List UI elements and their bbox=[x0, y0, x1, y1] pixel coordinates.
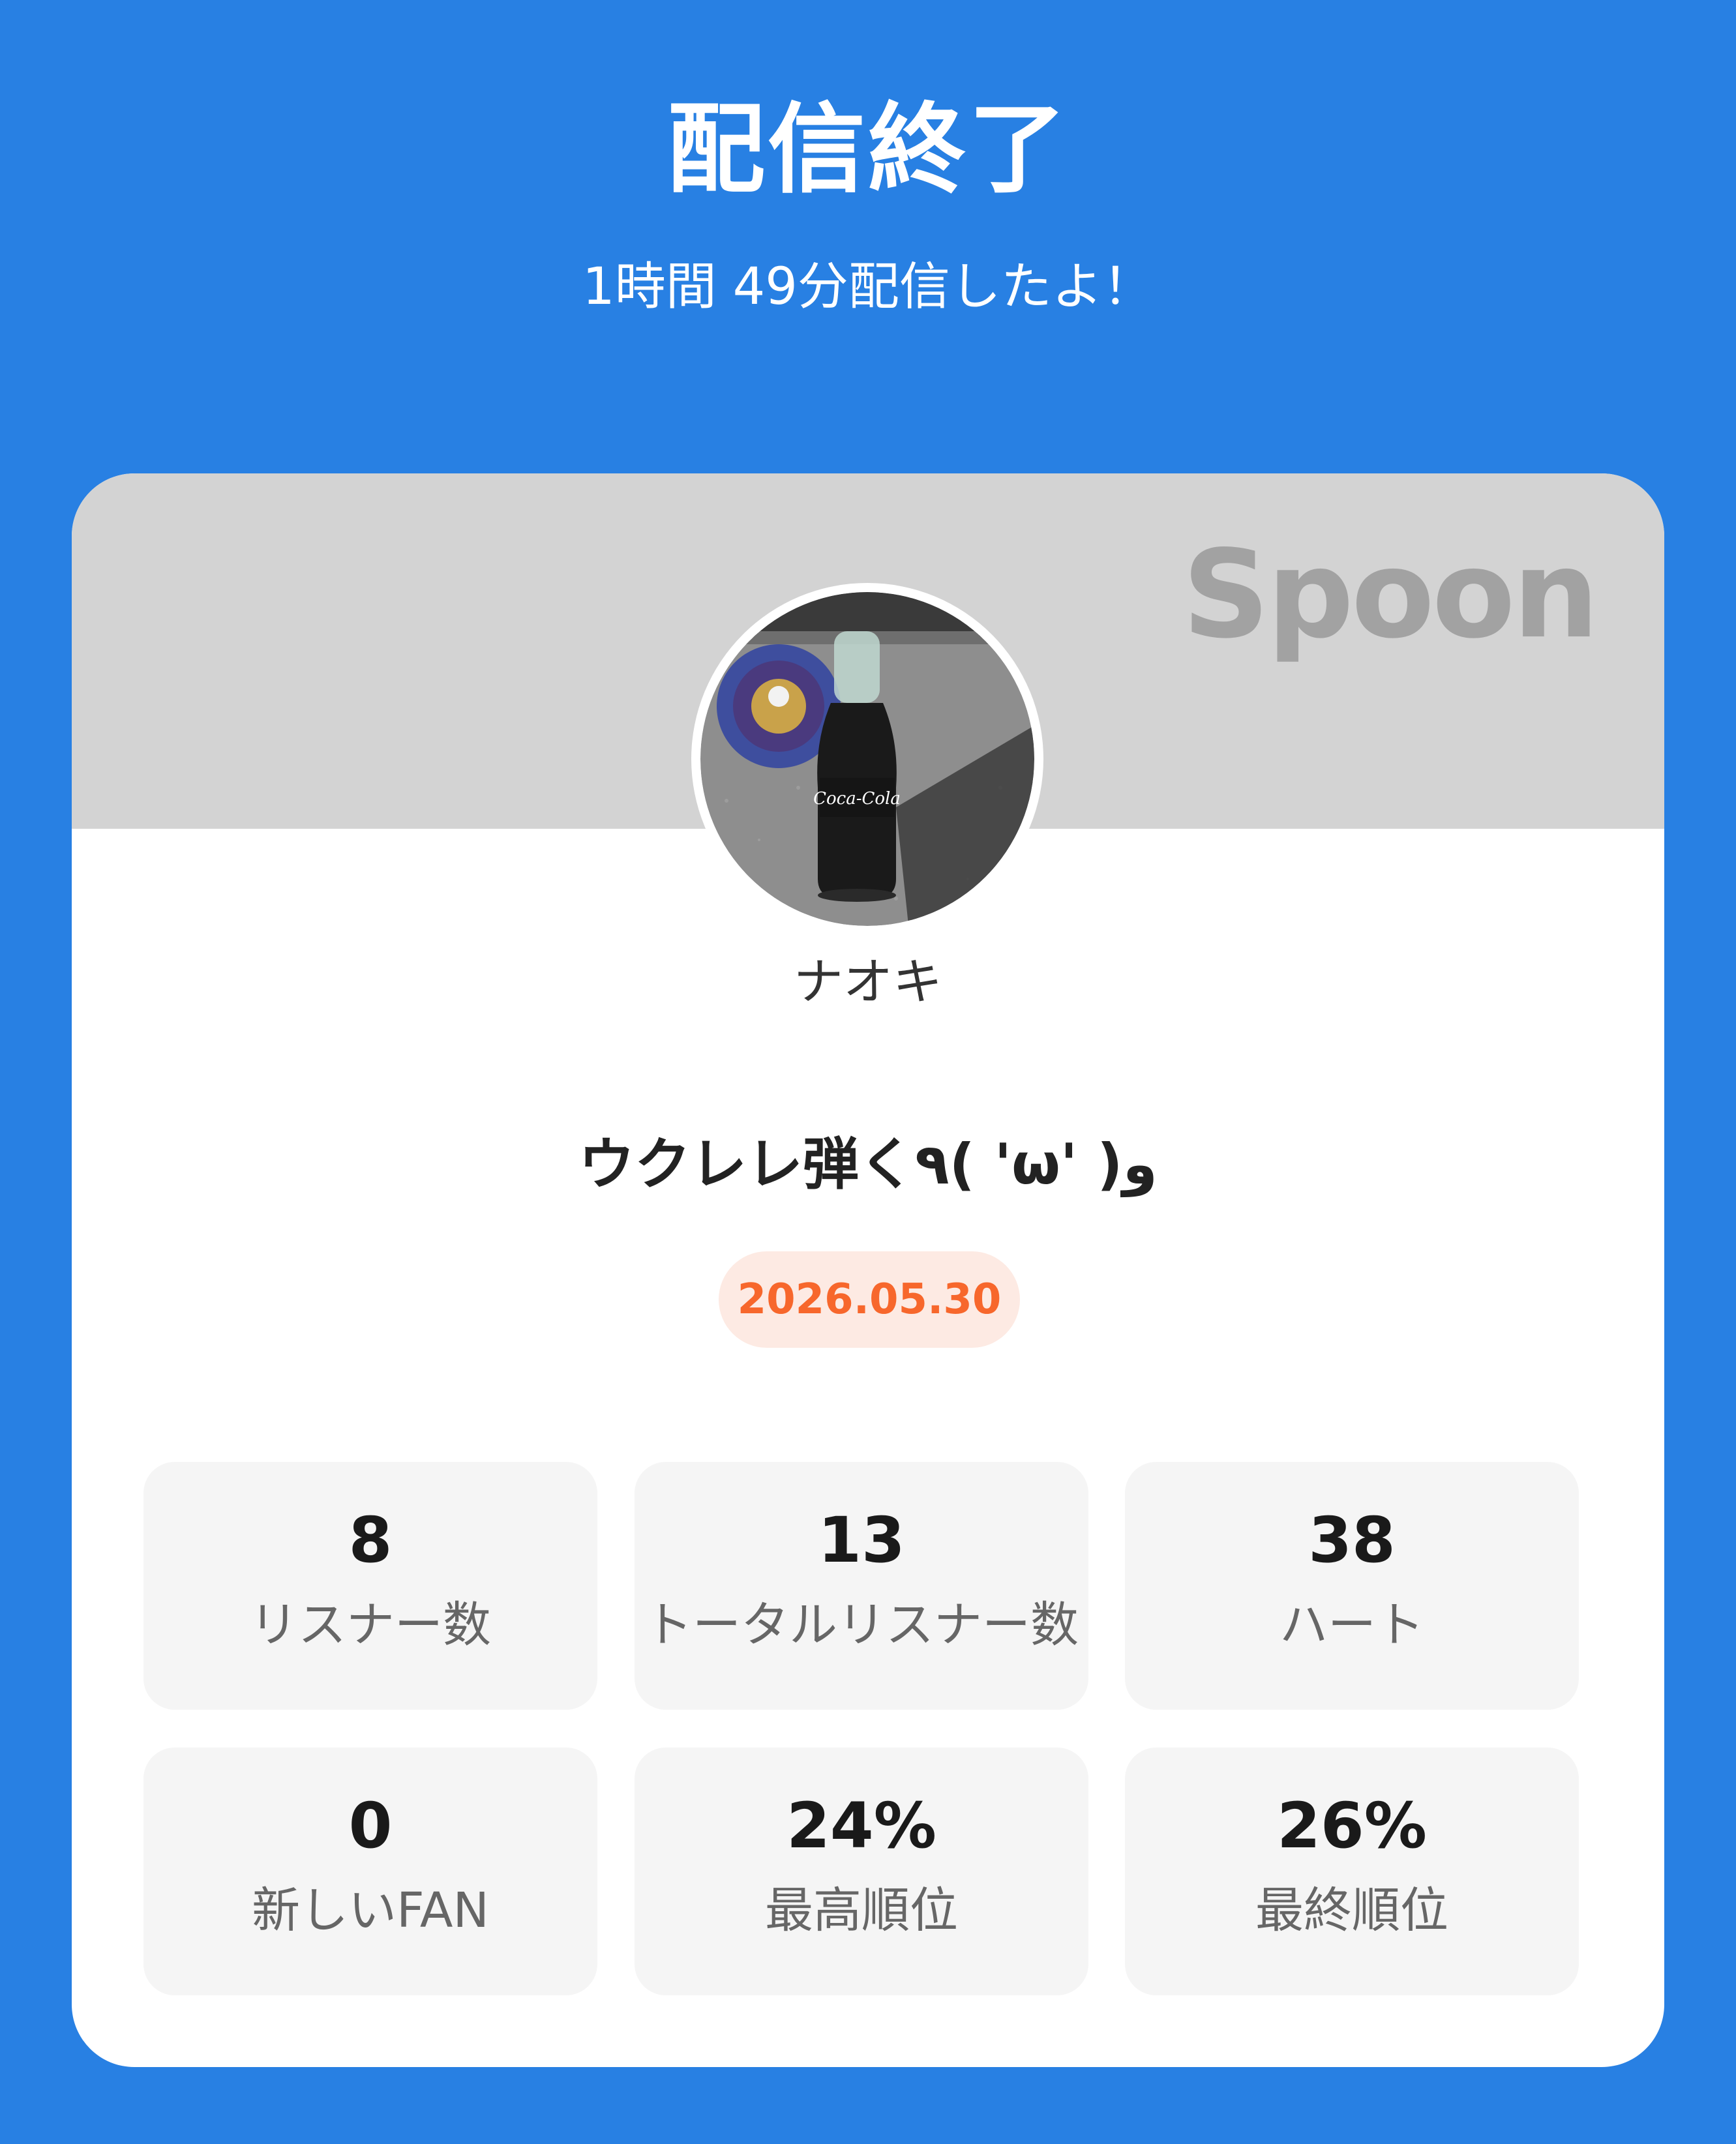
stat-listeners: 8 リスナー数 bbox=[143, 1462, 597, 1710]
username: ナオキ bbox=[794, 953, 942, 1011]
stat-value: 26% bbox=[1277, 1789, 1427, 1862]
stat-label: 最終順位 bbox=[1255, 1883, 1448, 1939]
stat-label: リスナー数 bbox=[250, 1597, 491, 1653]
stat-value: 38 bbox=[1308, 1504, 1396, 1577]
date-badge: 2026.05.30 bbox=[719, 1251, 1020, 1348]
stat-value: 13 bbox=[818, 1504, 905, 1577]
spoon-logo: Spoon bbox=[1182, 524, 1599, 665]
stat-value: 8 bbox=[348, 1504, 393, 1577]
stat-new-fans: 0 新しいFAN bbox=[143, 1748, 597, 1995]
stat-value: 0 bbox=[348, 1789, 393, 1862]
profile-photo-icon: Coca-Cola bbox=[700, 592, 1034, 926]
stat-label: ハート bbox=[1280, 1597, 1424, 1653]
stat-label: 新しいFAN bbox=[252, 1883, 489, 1939]
stat-label: トータルリスナー数 bbox=[644, 1597, 1079, 1653]
broadcast-title: ウクレレ弾く٩( 'ω' )و bbox=[578, 1132, 1158, 1197]
stat-highest-rank: 24% 最高順位 bbox=[635, 1748, 1088, 1995]
stat-total-listeners: 13 トータルリスナー数 bbox=[635, 1462, 1088, 1710]
stat-hearts: 38 ハート bbox=[1125, 1462, 1579, 1710]
stat-final-rank: 26% 最終順位 bbox=[1125, 1748, 1579, 1995]
svg-text:Coca-Cola: Coca-Cola bbox=[813, 789, 901, 809]
stat-label: 最高順位 bbox=[765, 1883, 958, 1939]
broadcast-duration: 1時間 49分配信したよ！ bbox=[582, 258, 1154, 316]
avatar[interactable]: Coca-Cola bbox=[691, 583, 1043, 935]
stat-value: 24% bbox=[786, 1789, 936, 1862]
broadcast-summary-card: Spoon Coca-Cola ナオキ ウクレレ弾く٩('ω')و 2026… bbox=[72, 473, 1664, 2067]
page-title: 配信終了 bbox=[666, 93, 1069, 207]
